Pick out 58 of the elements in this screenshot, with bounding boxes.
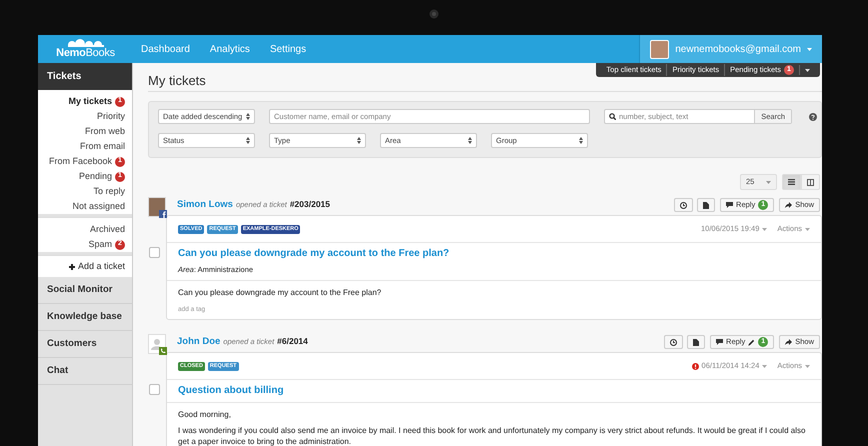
logo-text: NemoBooks [56,47,115,59]
caret-icon [762,364,768,368]
pencil-icon [748,338,756,346]
caret-icon [766,180,771,184]
alert-icon [692,362,699,370]
document-icon [703,202,710,208]
sidebar-item[interactable]: From web [84,124,125,139]
caret-icon[interactable] [805,68,810,72]
ticket-subject-link[interactable]: Question about billing [178,384,810,397]
clock-button[interactable] [664,335,684,349]
sidebar-section[interactable]: Customers [38,331,132,358]
sidebar-item[interactable]: Not assigned [72,199,125,214]
updown-icon [246,137,250,144]
row-checkbox[interactable] [149,247,160,258]
sidebar-section[interactable]: Chat [38,358,132,385]
sidebar-section[interactable]: Knowledge base [38,304,132,331]
caret-icon [805,228,810,230]
ticket-number: #6/2014 [277,334,308,348]
message-text: Good morning, [178,409,232,420]
view-toggle-button[interactable] [801,174,820,190]
clock-icon [670,338,678,346]
share-arrow-icon [785,202,792,208]
caret-icon [762,228,768,230]
speech-bubble-icon [716,339,724,345]
sidebar-item[interactable]: Archived [90,222,125,237]
updown-icon [468,137,472,144]
help-icon [809,112,817,120]
ticket-subject-link[interactable]: Can you please downgrade my account to the Free plan? [178,247,810,260]
sidebar-item[interactable]: To reply [93,184,125,199]
cloud-icon [66,39,106,47]
view-toggle-button[interactable] [782,174,801,190]
search-icon [609,113,616,120]
sidebar-title: Tickets [38,63,132,90]
avatar-placeholder [650,40,670,58]
sidebar-section[interactable]: Social Monitor [38,277,132,304]
list-icon [788,179,795,185]
row-checkbox[interactable] [149,384,160,395]
caret-icon [805,364,810,368]
ticket-number: #203/2015 [290,198,330,211]
updown-icon [246,113,250,120]
page-title: My tickets [148,72,206,90]
updown-icon [357,137,361,144]
clock-icon [680,202,688,208]
plus-icon [68,264,75,270]
updown-icon [579,137,583,144]
columns-icon [807,178,814,186]
sidebar-item[interactable]: From email [80,139,125,154]
document-button[interactable] [697,198,716,212]
share-arrow-icon [785,339,792,345]
message-text: I was wondering if you could also send me an invoice by mail. I need this book for work and unfortunately my company is very strict about refunds. It would be great if I could also get a paper invoice to bring to the administration. [178,425,806,446]
message-text: Can you please downgrade my account to the Free plan? [178,287,382,298]
clock-button[interactable] [674,198,694,212]
camera-icon [429,9,439,19]
speech-bubble-icon [726,202,734,208]
document-button[interactable] [687,335,706,349]
caret-icon [807,48,812,50]
document-icon [693,338,700,346]
sidebar-item[interactable]: Priority [96,109,125,124]
